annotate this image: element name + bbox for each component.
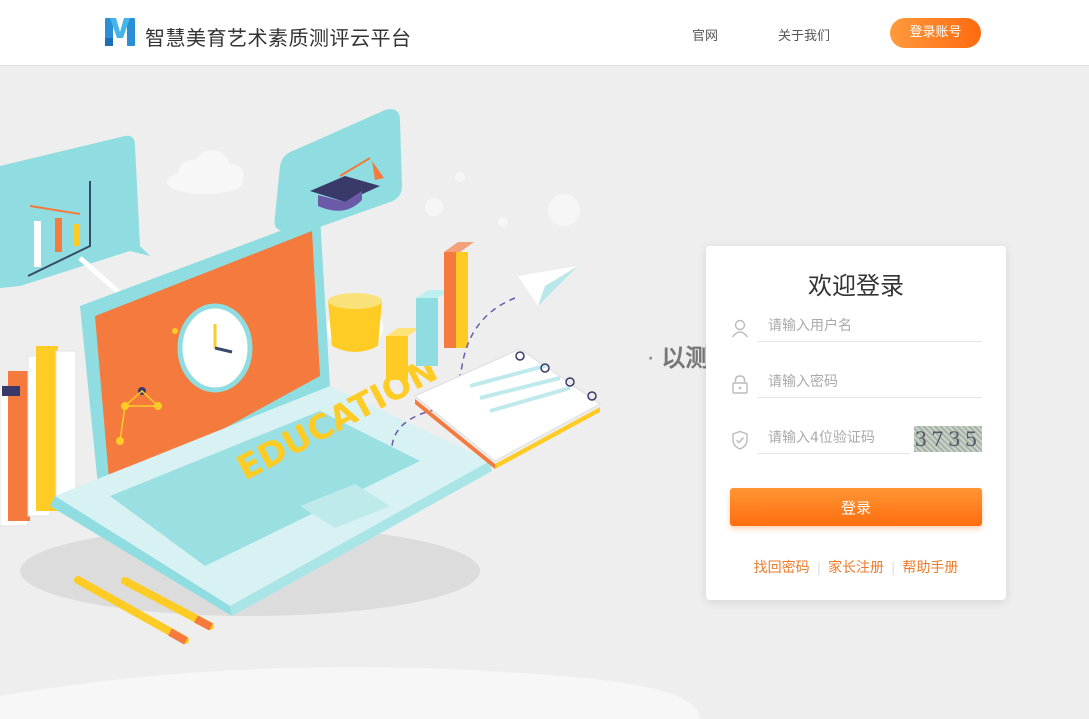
captcha-field: 3735 <box>730 422 982 458</box>
login-title: 欢迎登录 <box>808 272 904 300</box>
slogan-dot: · <box>648 351 654 367</box>
password-input[interactable] <box>758 366 982 398</box>
bubble-shape <box>425 198 443 216</box>
shield-icon <box>732 430 748 450</box>
captcha-input[interactable] <box>758 422 910 454</box>
login-account-button[interactable]: 登录账号 <box>890 18 981 48</box>
help-manual-link[interactable]: 帮助手册 <box>902 560 958 576</box>
bar-chart-3d <box>386 242 474 380</box>
nav-home-link[interactable]: 官网 <box>692 25 718 44</box>
cloud-shape <box>167 150 244 194</box>
bubble-shape <box>455 172 465 182</box>
site-title: 智慧美育艺术素质测评云平台 <box>145 26 412 50</box>
login-links: 找回密码 | 家长注册 | 帮助手册 <box>706 557 1006 577</box>
plant-cup <box>327 293 383 352</box>
paper-plane <box>518 266 578 306</box>
forgot-password-link[interactable]: 找回密码 <box>754 560 810 576</box>
username-field <box>730 310 982 346</box>
bubble-shape <box>548 194 580 226</box>
bubble-shape <box>498 217 508 227</box>
link-separator: | <box>891 561 896 576</box>
login-submit-button[interactable]: 登录 <box>730 488 982 526</box>
password-field <box>730 366 982 402</box>
logo-icon <box>105 18 135 46</box>
ground-wave <box>0 667 700 719</box>
captcha-image[interactable]: 3735 <box>914 426 982 452</box>
user-icon <box>731 319 749 338</box>
username-input[interactable] <box>758 310 982 342</box>
link-separator: | <box>816 561 821 576</box>
parent-register-link[interactable]: 家长注册 <box>828 560 884 576</box>
nav-about-link[interactable]: 关于我们 <box>778 25 830 44</box>
header: 智慧美育艺术素质测评云平台 官网 关于我们 登录账号 <box>0 0 1089 66</box>
education-illustration: EDUCATION <box>0 109 700 719</box>
login-card: 欢迎登录 3735 登录 找回密码 | 家长注册 | 帮助手册 <box>706 246 1006 600</box>
lock-icon <box>732 375 748 394</box>
chart-bubble <box>0 135 150 306</box>
